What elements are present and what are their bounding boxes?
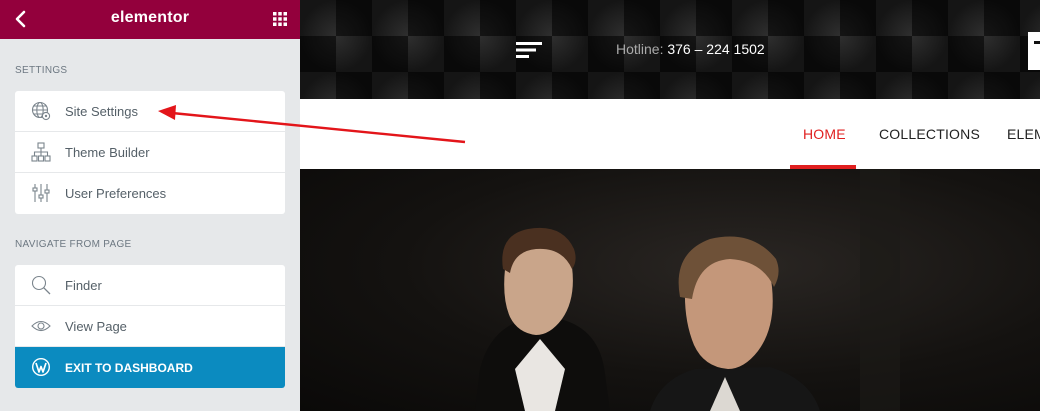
search-icon [31,275,51,295]
view-page-item[interactable]: View Page [15,306,285,347]
view-page-label: View Page [65,318,127,334]
hotline: Hotline: 376 – 224 1502 [616,41,765,57]
wordpress-icon [32,358,50,376]
site-settings-item[interactable]: Site Settings [15,91,285,132]
hero-image [300,169,1040,411]
panel-header: elementor [0,0,300,39]
hotline-number[interactable]: 376 – 224 1502 [667,41,764,57]
globe-settings-icon [31,101,51,121]
settings-section-title: SETTINGS [15,65,68,76]
hotline-label: Hotline: [616,41,664,57]
nav-item-home[interactable]: HOME [803,126,846,142]
elementor-logo: elementor [110,9,190,26]
finder-item[interactable]: Finder [15,265,285,306]
site-settings-label: Site Settings [65,103,138,119]
sliders-icon [32,184,50,202]
site-main-nav: HOME COLLECTIONS ELEM [300,99,1040,169]
theme-builder-item[interactable]: Theme Builder [15,132,285,173]
site-preview: Hotline: 376 – 224 1502 HOME COLLECTIONS… [300,0,1040,411]
settings-menu: Site Settings Theme Builder User Prefere… [15,91,285,214]
exit-to-dashboard-button[interactable]: EXIT TO DASHBOARD [15,347,285,388]
theme-builder-label: Theme Builder [65,144,150,160]
exit-to-dashboard-label: EXIT TO DASHBOARD [65,360,193,375]
user-preferences-label: User Preferences [65,186,167,201]
navigate-section-title: NAVIGATE FROM PAGE [15,239,132,250]
widgets-grid-icon[interactable] [273,12,287,26]
navigate-menu: Finder View Page EXIT TO DASHBOARD [15,265,285,388]
eye-icon [31,320,51,332]
nav-item-collections[interactable]: COLLECTIONS [879,126,980,142]
elementor-panel: elementor SETTINGS Site Settings Theme B… [0,0,300,411]
site-logo-badge[interactable] [1028,32,1040,70]
finder-label: Finder [65,277,102,293]
sitemap-icon [31,142,51,162]
nav-item-elements[interactable]: ELEM [1007,126,1040,142]
site-topbar: Hotline: 376 – 224 1502 [300,0,1040,99]
user-preferences-item[interactable]: User Preferences [15,173,285,214]
hero-people-illustration [475,169,900,411]
hamburger-menu-icon[interactable] [516,41,542,59]
